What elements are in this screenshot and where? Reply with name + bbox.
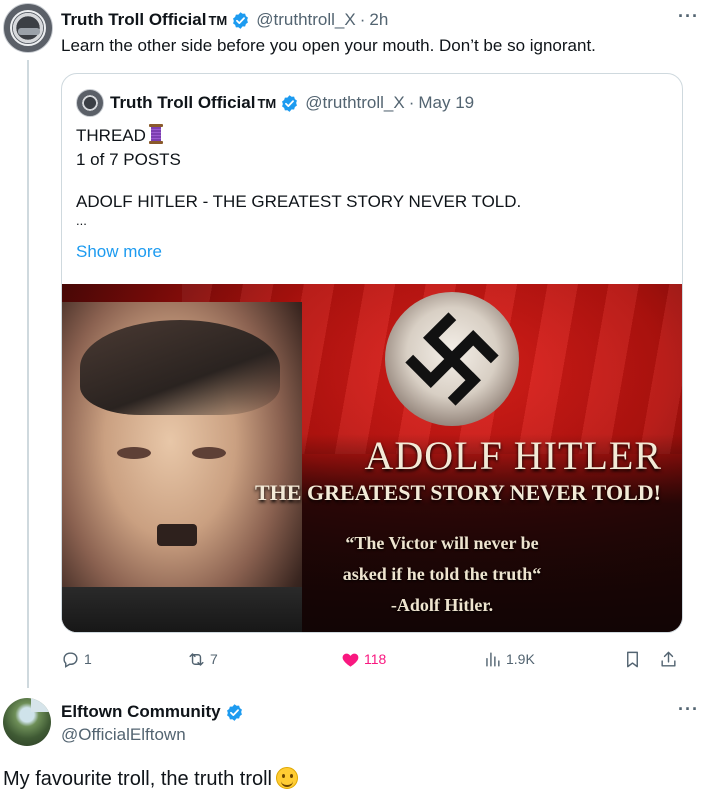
reply-header: Elftown Community [61, 700, 250, 724]
views-chart-icon [486, 651, 500, 667]
share-button[interactable] [659, 646, 682, 672]
quoted-post-image[interactable]: ADOLF HITLER THE GREATEST STORY NEVER TO… [62, 284, 682, 632]
bookmark-button[interactable] [623, 646, 646, 672]
reply-count: 1 [84, 651, 92, 667]
quoted-author-tm: TM [257, 95, 277, 111]
separator-dot: · [408, 93, 415, 112]
heart-filled-icon [342, 653, 359, 667]
reply-button[interactable]: 1 [61, 646, 92, 672]
image-quote-text: “The Victor will never be asked if he to… [342, 533, 542, 615]
separator-dot: · [359, 10, 366, 29]
like-button[interactable]: 118 [341, 646, 386, 672]
reply-author-avatar[interactable] [3, 698, 51, 746]
thread-label: THREAD [76, 126, 146, 145]
author-name[interactable]: Truth Troll Official [61, 10, 206, 30]
share-icon [661, 651, 676, 667]
reply-post-text: My favourite troll, the truth troll [3, 767, 298, 791]
quoted-post-card[interactable]: Truth Troll Official TM @truthtroll_X · … [61, 73, 683, 633]
verified-badge-icon [226, 703, 242, 721]
like-count: 118 [364, 651, 387, 667]
avatar-emblem [18, 28, 40, 35]
reply-icon [63, 651, 78, 668]
post-actions-bar: 1 7 118 1.9K [61, 646, 683, 672]
smiling-face-emoji-icon [275, 767, 298, 789]
quoted-author-handle: @truthtroll_X [305, 93, 405, 112]
views-count: 1.9K [506, 651, 535, 667]
image-title-text: ADOLF HITLER [364, 433, 662, 478]
post-time[interactable]: 2h [369, 10, 388, 30]
repost-button[interactable]: 7 [187, 646, 218, 672]
repost-icon [189, 652, 204, 666]
bookmark-icon [627, 651, 638, 667]
post-text: Learn the other side before you open you… [61, 36, 596, 55]
more-options-button[interactable]: ··· [678, 6, 699, 27]
verified-badge-icon [233, 11, 249, 29]
post-header: Truth Troll Official TM @truthtroll_X · … [61, 8, 388, 32]
image-subtitle-text: THE GREATEST STORY NEVER TOLD! [255, 480, 661, 505]
reply-author-handle[interactable]: @OfficialElftown [61, 725, 186, 745]
quoted-post-text: THREAD 1 of 7 POSTS ADOLF HITLER - THE G… [76, 124, 521, 228]
author-handle[interactable]: @truthtroll_X [256, 10, 355, 30]
reply-author-name[interactable]: Elftown Community [61, 702, 221, 722]
truncation-ellipsis: ... [76, 213, 87, 228]
author-tm: TM [208, 12, 228, 28]
reply-more-options-button[interactable]: ··· [678, 699, 699, 720]
flag-emblem-icon [385, 292, 519, 426]
thread-connector-line [27, 60, 29, 688]
quoted-author-name: Truth Troll Official [110, 93, 256, 112]
thread-title: ADOLF HITLER - THE GREATEST STORY NEVER … [76, 192, 522, 211]
verified-badge-icon [282, 94, 298, 112]
quoted-header: Truth Troll Official TM @truthtroll_X · … [76, 89, 475, 117]
views-button[interactable]: 1.9K [483, 646, 535, 672]
thread-count: 1 of 7 POSTS [76, 150, 181, 169]
author-avatar[interactable] [3, 3, 53, 53]
thread-spool-icon [148, 124, 163, 144]
repost-count: 7 [210, 651, 218, 667]
quoted-post-date: May 19 [418, 93, 475, 112]
show-more-link[interactable]: Show more [76, 242, 162, 262]
quoted-author-avatar [76, 89, 104, 117]
